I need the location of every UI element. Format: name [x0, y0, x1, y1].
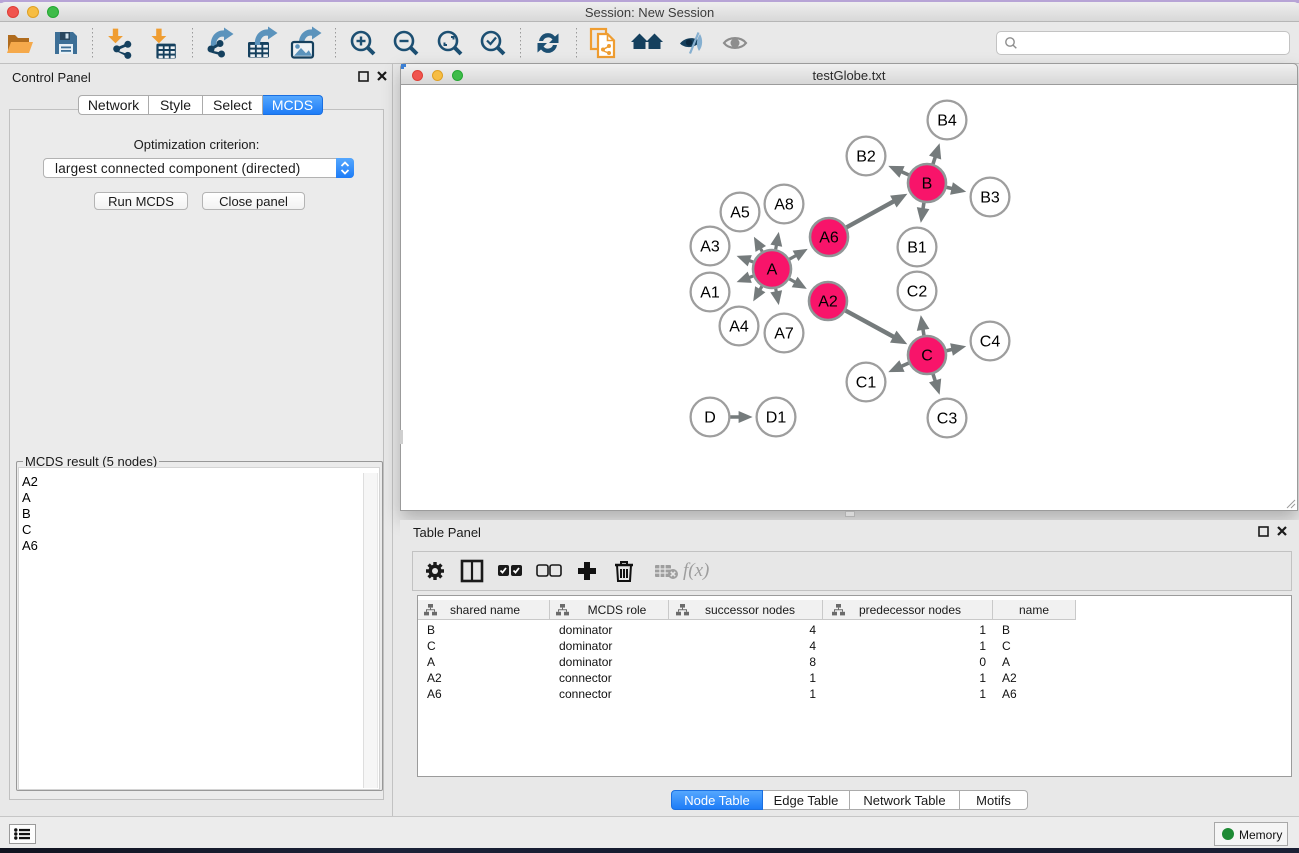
svg-text:A3: A3: [700, 239, 720, 256]
svg-text:B2: B2: [856, 149, 876, 166]
svg-text:A2: A2: [818, 294, 838, 311]
svg-text:C4: C4: [980, 334, 1001, 351]
svg-text:B3: B3: [980, 190, 1000, 207]
svg-text:C3: C3: [937, 411, 958, 428]
svg-text:A5: A5: [730, 205, 750, 222]
svg-text:B1: B1: [907, 240, 927, 257]
svg-text:C2: C2: [907, 284, 928, 301]
svg-text:A: A: [767, 262, 778, 279]
svg-text:A1: A1: [700, 285, 720, 302]
svg-text:A7: A7: [774, 326, 794, 343]
svg-text:D: D: [704, 410, 716, 427]
svg-text:B4: B4: [937, 113, 957, 130]
svg-text:A4: A4: [729, 319, 749, 336]
svg-text:C: C: [921, 348, 933, 365]
svg-text:C1: C1: [856, 375, 877, 392]
svg-text:B: B: [922, 176, 933, 193]
svg-text:A8: A8: [774, 197, 794, 214]
svg-text:A6: A6: [819, 230, 839, 247]
svg-text:D1: D1: [766, 410, 787, 427]
